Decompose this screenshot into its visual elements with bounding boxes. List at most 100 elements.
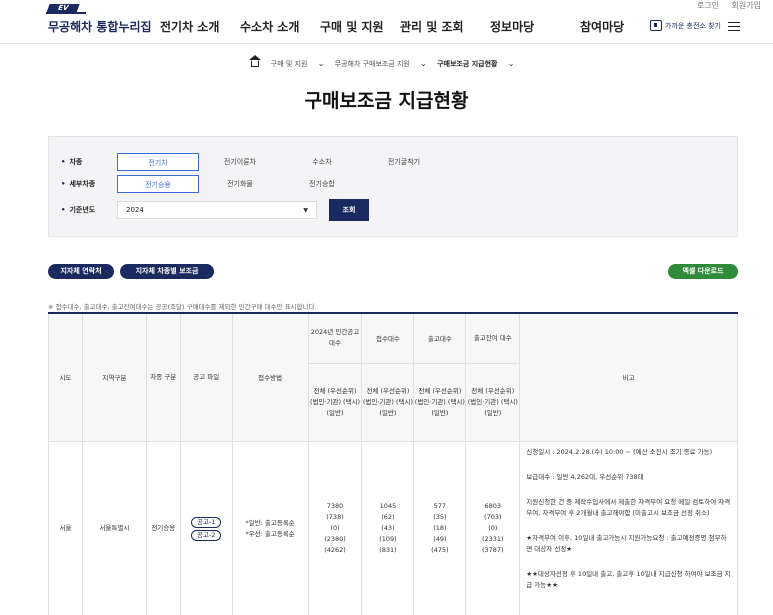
subsidy-table: 시도 지역구분 차종 구분 공고 파일 접수방법 2024년 민간공고 대수 접… bbox=[48, 312, 738, 615]
dropdown-arrow-icon: ▼ bbox=[303, 206, 308, 214]
breadcrumb-item-2[interactable]: 무공해차 구매보조금 지원 bbox=[335, 60, 410, 68]
value-priority: (738) bbox=[326, 513, 344, 521]
year-select[interactable]: 2024 ▼ bbox=[117, 201, 317, 219]
table-note: ※ 접수대수, 출고대수, 출고잔여대수는 공공(조달) 구매대수를 제외한 민… bbox=[48, 303, 317, 311]
value-general: (3787) bbox=[481, 546, 504, 554]
home-icon[interactable] bbox=[248, 55, 261, 67]
cell-memo: 신청일시 : 2024.2.28.(수) 10:00 ~ (예산 소진시 조기 … bbox=[519, 440, 738, 615]
value-general: (4262) bbox=[324, 546, 346, 554]
value-corporate: (0) bbox=[488, 524, 498, 532]
value-total: 1045 bbox=[379, 502, 397, 510]
header-remaining: 출고잔여 대수 bbox=[465, 312, 521, 364]
cell-sido: 서울 bbox=[48, 440, 83, 615]
charger-label: 가까운 충전소 찾기 bbox=[665, 21, 721, 30]
sub-type-label: 세부차종 bbox=[61, 179, 117, 189]
sub-type-option-passenger[interactable]: 전기승용 bbox=[117, 175, 199, 193]
chevron-down-icon[interactable]: ⌄ bbox=[420, 59, 427, 68]
value-general: (475) bbox=[431, 546, 449, 554]
method-general: *일반: 출고등록순 bbox=[245, 518, 295, 527]
header-received: 접수대수 bbox=[361, 312, 415, 364]
header-breakdown: 전체 (우선순위) (법인·기관) (택시) (일반) bbox=[413, 362, 467, 442]
site-logo[interactable]: 무공해차 통합누리집 bbox=[48, 18, 152, 35]
value-total: 7380 bbox=[326, 502, 344, 510]
header-breakdown: 전체 (우선순위) (법인·기관) (택시) (일반) bbox=[307, 362, 363, 442]
header-breakdown: 전체 (우선순위) (법인·기관) (택시) (일반) bbox=[465, 362, 521, 442]
main-nav: 전기차 소개 수소차 소개 구매 및 지원 관리 및 조회 정보마당 참여마당 bbox=[160, 18, 640, 35]
nav-info[interactable]: 정보마당 bbox=[490, 18, 580, 35]
logo-underline bbox=[46, 12, 86, 14]
value-corporate: (43) bbox=[381, 524, 395, 532]
cell-received: 1045 (62) (43) (109) (831) bbox=[361, 440, 415, 615]
cell-notice-count: 7380 (738) (0) (2380) (4262) bbox=[307, 440, 363, 615]
memo-line: ★자격부여 이후, 10일내 출고가능시 지원가능요청 : 출고예정증명 첨부하… bbox=[526, 533, 727, 553]
cell-method: *일반: 출고등록순 *우선: 출고등록순 bbox=[231, 440, 309, 615]
cell-released: 577 (35) (18) (49) (475) bbox=[413, 440, 467, 615]
hamburger-menu-icon[interactable] bbox=[728, 22, 740, 31]
header-notice-count: 2024년 민간공고 대수 bbox=[307, 312, 363, 364]
vehicle-type-option-motorcycle[interactable]: 전기이륜차 bbox=[199, 153, 281, 171]
excel-download-button[interactable]: 엑셀 다운로드 bbox=[668, 264, 738, 279]
sub-type-option-truck[interactable]: 전기화물 bbox=[199, 175, 281, 193]
header-car-type: 차종 구분 bbox=[145, 312, 181, 442]
breadcrumb: 구매 및 지원 ⌄ 무공해차 구매보조금 지원 ⌄ 구매보조금 지급현황 ⌄ bbox=[0, 55, 773, 69]
cell-remaining: 6803 (703) (0) (2331) (3787) bbox=[465, 440, 521, 615]
header-memo: 비고 bbox=[519, 312, 738, 442]
charger-finder-button[interactable]: 가까운 충전소 찾기 bbox=[650, 20, 721, 31]
site-header: EV 무공해차 통합누리집 전기차 소개 수소차 소개 구매 및 지원 관리 및… bbox=[0, 0, 773, 44]
year-label: 기준년도 bbox=[61, 205, 117, 215]
value-priority: (62) bbox=[381, 513, 395, 521]
nav-purchase-support[interactable]: 구매 및 지원 bbox=[320, 18, 400, 35]
value-taxi: (109) bbox=[379, 535, 397, 543]
chevron-down-icon[interactable]: ⌄ bbox=[318, 59, 325, 68]
cell-notice: 공고-1 공고-2 bbox=[179, 440, 233, 615]
breadcrumb-item-1[interactable]: 구매 및 지원 bbox=[271, 60, 308, 68]
vehicle-type-option-excavator[interactable]: 전기굴착기 bbox=[363, 153, 445, 171]
cell-region: 서울특별시 bbox=[81, 440, 147, 615]
header-method: 접수방법 bbox=[231, 312, 309, 442]
header-notice: 공고 파일 bbox=[179, 312, 233, 442]
contacts-button[interactable]: 지자체 연락처 bbox=[48, 264, 114, 279]
subsidy-button[interactable]: 지자체 차종별 보조금 bbox=[120, 264, 214, 279]
nav-ev-intro[interactable]: 전기차 소개 bbox=[160, 18, 240, 35]
nav-participation[interactable]: 참여마당 bbox=[580, 18, 640, 35]
year-row: 기준년도 2024 ▼ 조회 bbox=[61, 199, 369, 221]
value-general: (831) bbox=[379, 546, 397, 554]
memo-line: 지원신청한 건 중 제작수입사에서 제출한 자격부여 요청 메일 검토하여 자격… bbox=[526, 497, 731, 517]
value-total: 6803 bbox=[484, 502, 502, 510]
value-taxi: (49) bbox=[433, 535, 447, 543]
cell-car-type: 전기승용 bbox=[145, 440, 181, 615]
nav-hydrogen-intro[interactable]: 수소차 소개 bbox=[240, 18, 320, 35]
page-title: 구매보조금 지급현황 bbox=[304, 90, 469, 112]
year-value: 2024 bbox=[126, 206, 144, 214]
value-corporate: (0) bbox=[330, 524, 340, 532]
header-sido: 시도 bbox=[48, 312, 83, 442]
value-taxi: (2380) bbox=[324, 535, 346, 543]
header-released: 출고대수 bbox=[413, 312, 467, 364]
table-row: 서울 서울특별시 전기승용 공고-1 공고-2 *일반: 출고등록순 *우선: … bbox=[48, 440, 738, 615]
memo-line: ★★대상자선정 후 10일내 출고, 출고후 10일내 지급신청 하여야 보조금… bbox=[526, 569, 731, 589]
search-button[interactable]: 조회 bbox=[329, 199, 369, 221]
header-region: 지역구분 bbox=[81, 312, 147, 442]
header-breakdown: 전체 (우선순위) (법인·기관) (택시) (일반) bbox=[361, 362, 415, 442]
value-corporate: (18) bbox=[433, 524, 447, 532]
vehicle-type-option-ev[interactable]: 전기차 bbox=[117, 153, 199, 171]
vehicle-type-row: 차종 전기차 전기이륜차 수소차 전기굴착기 bbox=[61, 153, 445, 171]
value-taxi: (2331) bbox=[481, 535, 504, 543]
memo-line: 신청일시 : 2024.2.28.(수) 10:00 ~ (예산 소진시 조기 … bbox=[526, 447, 713, 456]
search-panel: 차종 전기차 전기이륜차 수소차 전기굴착기 세부차종 전기승용 전기화물 전기… bbox=[48, 136, 738, 237]
breadcrumb-item-3[interactable]: 구매보조금 지급현황 bbox=[437, 60, 497, 68]
vehicle-type-option-hydrogen[interactable]: 수소차 bbox=[281, 153, 363, 171]
value-priority: (35) bbox=[433, 513, 447, 521]
vehicle-type-label: 차종 bbox=[61, 157, 117, 167]
memo-line: 보급대수 : 일반 4,262대, 우선순위 738대 bbox=[526, 472, 644, 481]
chevron-down-icon[interactable]: ⌄ bbox=[508, 59, 515, 68]
sub-type-row: 세부차종 전기승용 전기화물 전기승합 bbox=[61, 175, 363, 193]
value-total: 577 bbox=[433, 502, 447, 510]
value-priority: (703) bbox=[484, 513, 502, 521]
sub-type-option-bus[interactable]: 전기승합 bbox=[281, 175, 363, 193]
charger-icon bbox=[650, 20, 662, 31]
notice-file-link-2[interactable]: 공고-2 bbox=[190, 529, 222, 541]
notice-file-link-1[interactable]: 공고-1 bbox=[190, 516, 222, 528]
nav-management[interactable]: 관리 및 조회 bbox=[400, 18, 490, 35]
method-priority: *우선: 출고등록순 bbox=[245, 529, 295, 538]
